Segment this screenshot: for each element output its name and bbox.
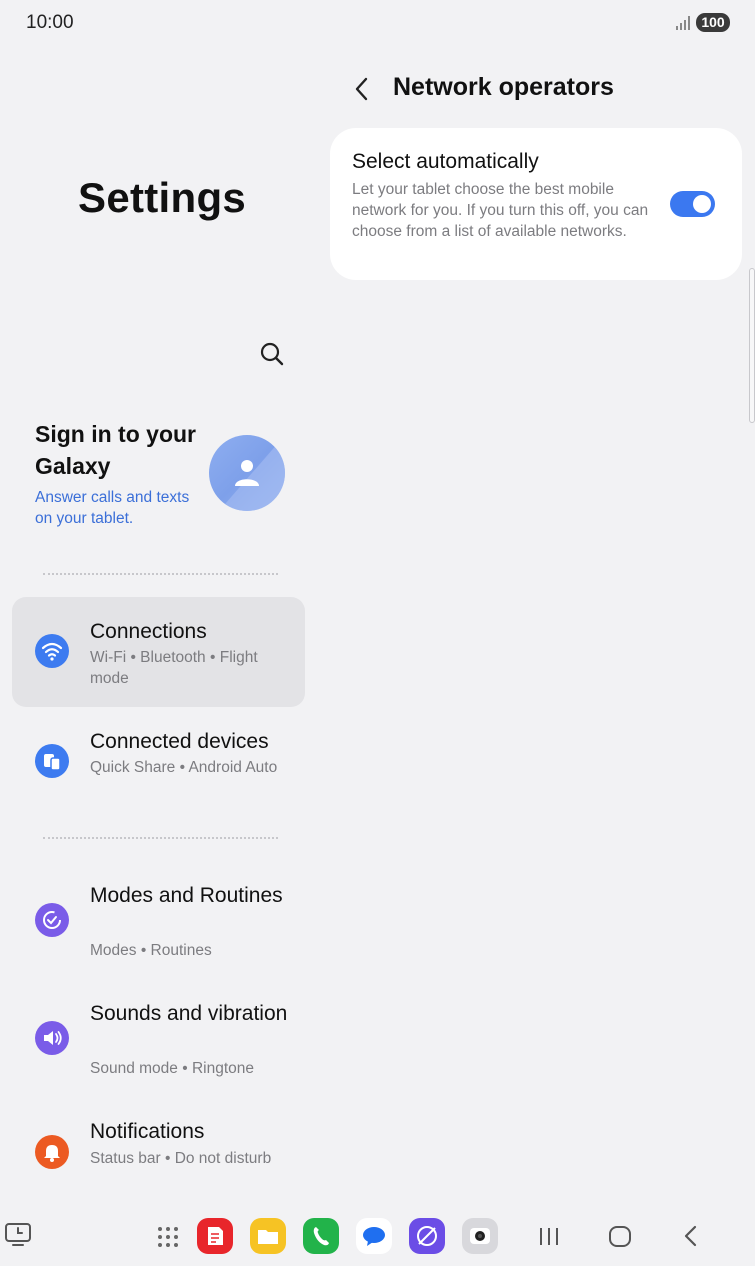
home-nav-icon[interactable] <box>605 1218 635 1259</box>
phone-app-icon[interactable] <box>303 1218 339 1254</box>
avatar[interactable] <box>209 435 285 511</box>
status-time: 10:00 <box>26 12 74 33</box>
menu-item-title: Notifications <box>90 1120 205 1143</box>
messages-app-icon[interactable] <box>356 1218 392 1254</box>
section-divider <box>43 837 278 839</box>
menu-item-connections[interactable]: Connections Wi-Fi • Bluetooth • Flight m… <box>12 597 305 707</box>
page-title: Settings <box>78 174 247 221</box>
select-automatically-card[interactable]: Select automatically Let your tablet cho… <box>330 128 742 280</box>
menu-item-subtitle: Modes • Routines <box>90 942 212 959</box>
back-nav-icon[interactable] <box>678 1218 704 1259</box>
battery-indicator: 100 <box>696 13 730 32</box>
select-automatically-toggle[interactable] <box>670 191 715 217</box>
speaker-icon <box>35 1021 69 1055</box>
signal-strength-icon <box>676 15 692 30</box>
scrollbar[interactable] <box>749 268 755 423</box>
menu-item-sounds-vibration[interactable]: Sounds and vibration Sound mode • Ringto… <box>12 990 305 1100</box>
menu-item-subtitle: Wi-Fi • Bluetooth • Flight mode <box>90 649 258 687</box>
menu-item-notifications[interactable]: Notifications Status bar • Do not distur… <box>12 1108 305 1208</box>
search-icon <box>260 342 284 366</box>
settings-list-pane: Settings Sign in to your Galaxy Answer c… <box>0 44 318 1204</box>
menu-item-title: Modes and Routines <box>90 884 283 907</box>
status-bar: 10:00 100 <box>0 0 755 44</box>
menu-item-subtitle: Sound mode • Ringtone <box>90 1060 254 1077</box>
menu-item-subtitle: Status bar • Do not disturb <box>90 1150 272 1167</box>
taskbar-recent-icon[interactable] <box>3 1220 33 1255</box>
menu-item-title: Sounds and vibration <box>90 1002 288 1025</box>
camera-app-icon[interactable] <box>462 1218 498 1254</box>
menu-item-modes-routines[interactable]: Modes and Routines Modes • Routines <box>12 872 305 982</box>
panel-title: Network operators <box>393 73 614 101</box>
person-icon <box>219 435 285 511</box>
signin-title: Sign in to your Galaxy <box>35 421 196 479</box>
signin-subtitle: Answer calls and texts on your tablet. <box>35 489 190 527</box>
select-automatically-title: Select automatically <box>352 150 539 173</box>
samsung-notes-app-icon[interactable] <box>197 1218 233 1254</box>
menu-item-connected-devices[interactable]: Connected devices Quick Share • Android … <box>12 707 305 817</box>
my-files-app-icon[interactable] <box>250 1218 286 1254</box>
menu-item-title: Connections <box>90 620 207 643</box>
back-button[interactable] <box>350 75 374 103</box>
search-button[interactable] <box>256 338 288 370</box>
back-arrow-icon <box>355 77 368 101</box>
internet-app-icon[interactable] <box>409 1218 445 1254</box>
recents-nav-icon[interactable] <box>535 1218 563 1259</box>
menu-item-title: Connected devices <box>90 730 269 753</box>
menu-item-subtitle: Quick Share • Android Auto <box>90 759 278 776</box>
select-automatically-description: Let your tablet choose the best mobile n… <box>352 181 649 240</box>
routines-icon <box>35 903 69 937</box>
wifi-icon <box>35 634 69 668</box>
connected-devices-icon <box>35 744 69 778</box>
bell-icon <box>35 1135 69 1169</box>
taskbar <box>0 1206 755 1266</box>
app-drawer-icon[interactable] <box>153 1218 183 1259</box>
section-divider <box>43 573 278 575</box>
toggle-knob <box>693 195 711 213</box>
